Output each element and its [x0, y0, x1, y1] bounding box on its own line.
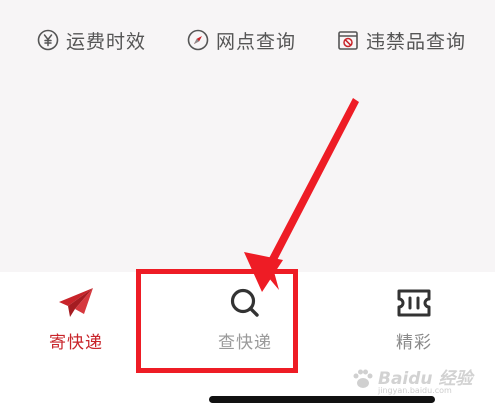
paper-plane-icon: [56, 286, 96, 320]
quick-link-outlet-search[interactable]: 网点查询: [186, 22, 296, 58]
annotation-highlight-box: [136, 269, 298, 373]
compass-icon: [186, 28, 210, 52]
tab-label: 寄快递: [49, 333, 103, 353]
tab-label: 精彩: [396, 333, 432, 353]
quick-link-label: 运费时效: [66, 30, 147, 53]
quick-links-row: 运费时效 网点查询 违禁品查询: [0, 22, 495, 58]
prohibited-items-icon: [336, 28, 360, 52]
watermark: Baidu 经验 jingyan.baidu.com: [348, 362, 488, 402]
paw-logo-icon: [353, 369, 373, 388]
tab-featured[interactable]: 精彩: [359, 286, 469, 356]
quick-link-prohibited-items[interactable]: 违禁品查询: [336, 22, 466, 58]
quick-link-label: 网点查询: [216, 30, 297, 53]
tab-send-express[interactable]: 寄快递: [21, 286, 131, 356]
yen-coin-icon: [36, 28, 60, 52]
ticket-icon: [394, 286, 434, 320]
content-area: 运费时效 网点查询 违禁品查询: [0, 0, 495, 272]
quick-link-label: 违禁品查询: [366, 30, 467, 53]
quick-link-freight-time[interactable]: 运费时效: [36, 22, 146, 58]
watermark-url: jingyan.baidu.com: [378, 386, 452, 395]
